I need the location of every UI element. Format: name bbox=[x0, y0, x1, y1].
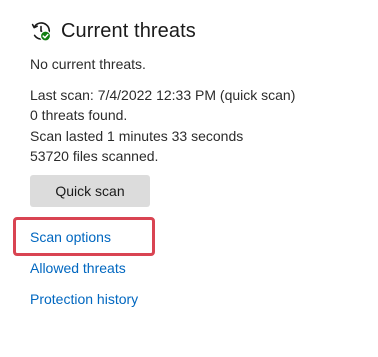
section-header: Current threats bbox=[30, 17, 196, 45]
protection-history-link[interactable]: Protection history bbox=[30, 291, 138, 307]
files-scanned-text: 53720 files scanned. bbox=[30, 148, 159, 164]
scan-options-link[interactable]: Scan options bbox=[30, 229, 111, 245]
last-scan-text: Last scan: 7/4/2022 12:33 PM (quick scan… bbox=[30, 86, 296, 103]
page-title: Current threats bbox=[61, 19, 196, 42]
threats-found-text: 0 threats found. bbox=[30, 107, 128, 123]
allowed-threats-link[interactable]: Allowed threats bbox=[30, 260, 126, 276]
scan-duration-text: Scan lasted 1 minutes 33 seconds bbox=[30, 127, 244, 144]
quick-scan-button[interactable]: Quick scan bbox=[30, 175, 150, 207]
virus-scan-check-icon bbox=[30, 20, 52, 42]
no-threats-text: No current threats. bbox=[30, 56, 146, 72]
scan-status-block: No current threats. Last scan: 7/4/2022 … bbox=[30, 54, 295, 167]
